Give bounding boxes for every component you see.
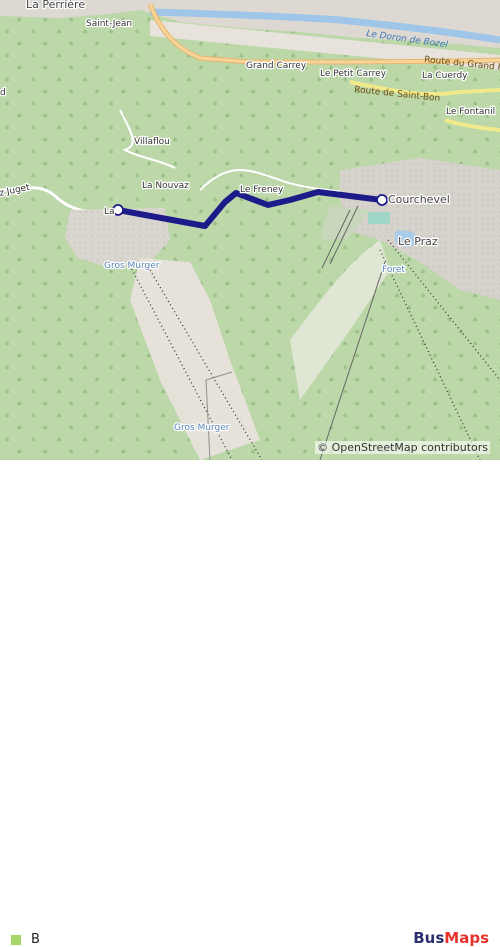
label-la-perriere: La Perrière: [26, 0, 85, 11]
brand-part-bus: Bus: [413, 929, 445, 947]
label-gros-murger-top: Gros Murger: [104, 261, 160, 271]
legend-line-label: B: [31, 932, 40, 947]
label-courchevel: Courchevel: [388, 193, 450, 206]
label-la-cuerdy: La Cuerdy: [422, 71, 468, 81]
label-le-fontanil: Le Fontanil: [446, 107, 495, 117]
label-foret: Foret: [382, 265, 405, 275]
route-destination-stop[interactable]: [376, 194, 388, 206]
label-saint-jean: Saint-Jean: [86, 19, 132, 29]
legend-color-swatch: [11, 935, 21, 945]
label-le-freney: Le Freney: [240, 185, 284, 195]
label-le-petit-carrey: Le Petit Carrey: [320, 69, 387, 79]
label-la-fragment: La: [104, 207, 115, 217]
brand-part-maps: Maps: [444, 929, 489, 947]
water-feature: [368, 212, 390, 224]
map-footer: B BusMaps: [0, 460, 500, 947]
label-gros-murger-bottom: Gros Murger: [174, 423, 230, 433]
map-view[interactable]: ♠ ♠: [0, 0, 500, 460]
map-canvas: ♠ ♠: [0, 0, 500, 460]
label-le-praz: Le Praz: [398, 235, 438, 248]
map-attribution[interactable]: © OpenStreetMap contributors: [315, 441, 490, 454]
busmaps-logo[interactable]: BusMaps: [413, 929, 489, 947]
label-villaflou: Villaflou: [134, 137, 170, 147]
label-la-nouvaz: La Nouvaz: [142, 181, 189, 191]
label-left-fragment: d: [0, 88, 6, 98]
label-grand-carrey: Grand Carrey: [246, 61, 307, 71]
